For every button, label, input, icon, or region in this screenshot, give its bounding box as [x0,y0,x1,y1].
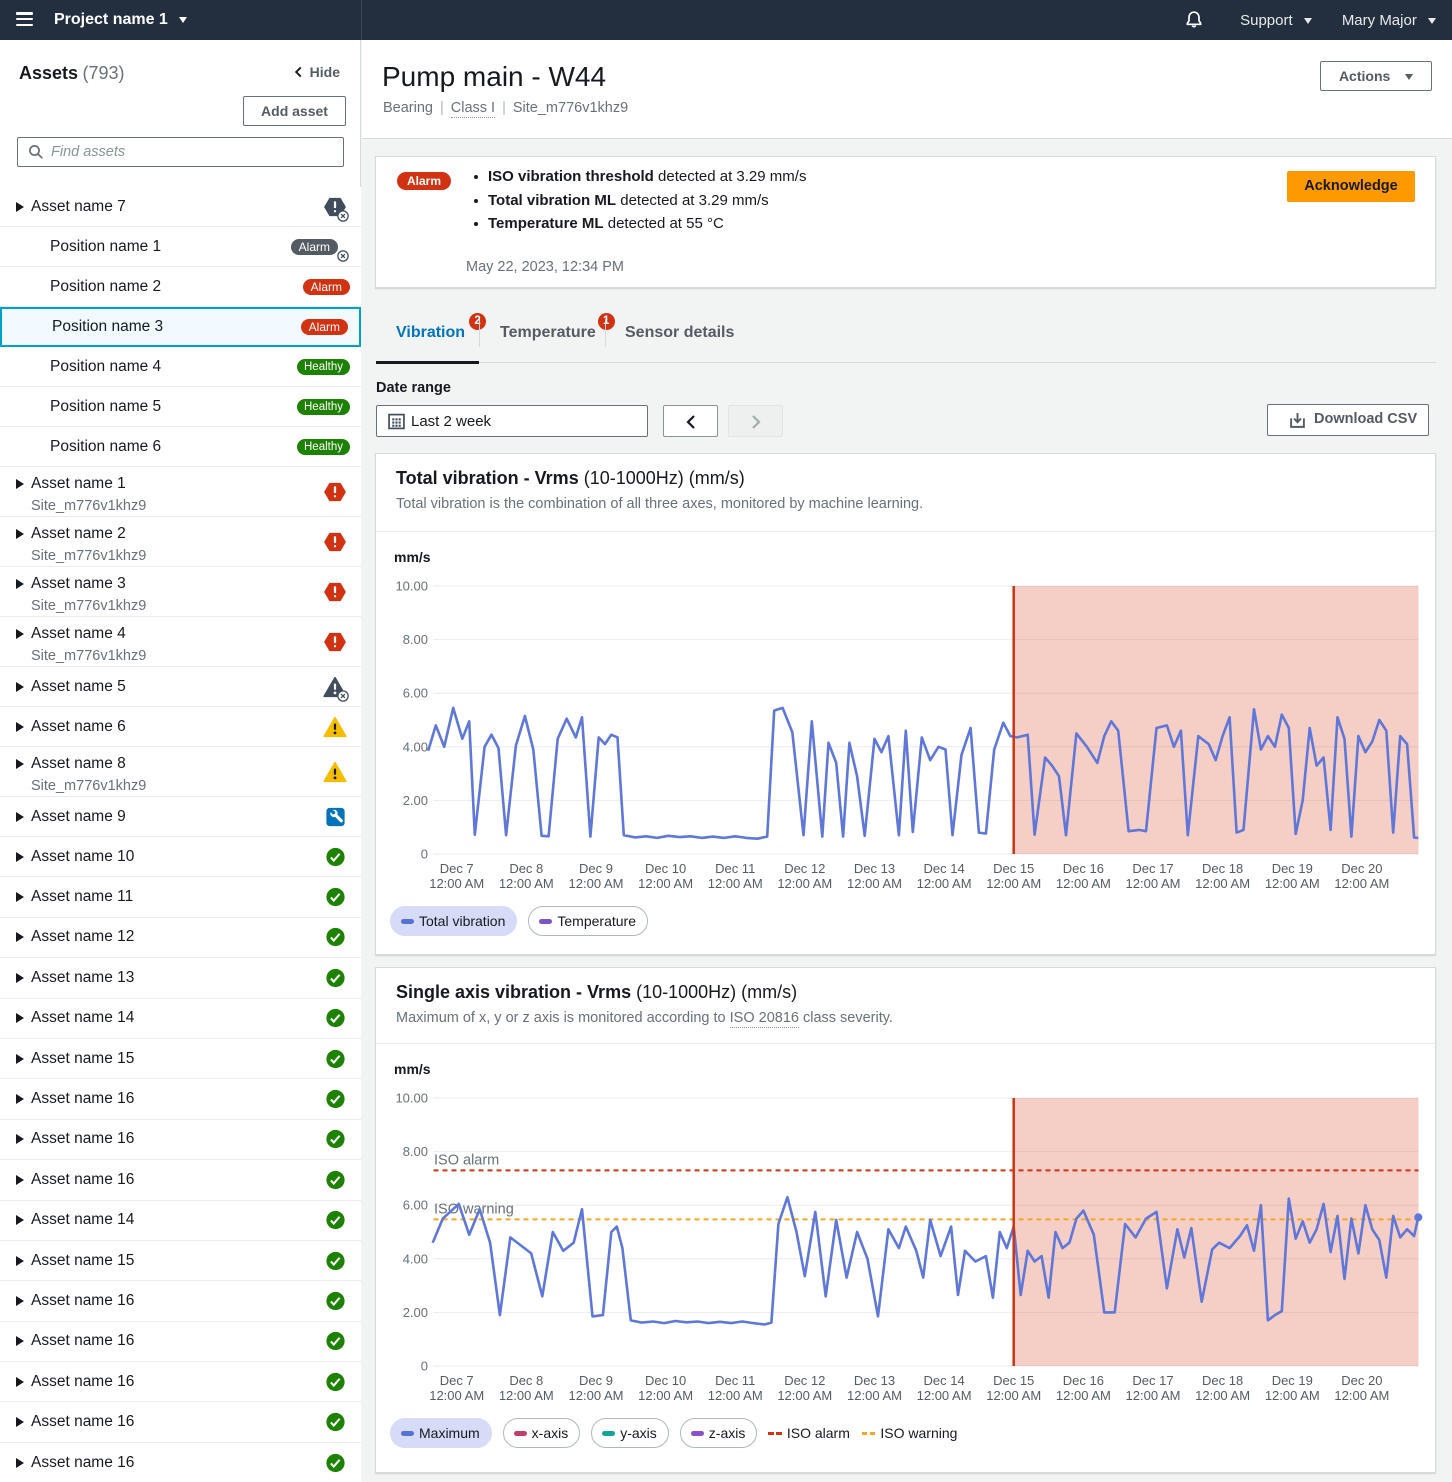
svg-text:Dec 9: Dec 9 [579,861,613,876]
svg-text:2.00: 2.00 [403,793,428,808]
svg-text:Dec 7: Dec 7 [440,861,474,876]
svg-text:12:00 AM: 12:00 AM [847,876,902,891]
svg-text:Dec 20: Dec 20 [1341,861,1382,876]
svg-text:12:00 AM: 12:00 AM [1265,1388,1320,1403]
svg-text:6.00: 6.00 [403,686,428,701]
svg-text:12:00 AM: 12:00 AM [1126,876,1181,891]
svg-text:12:00 AM: 12:00 AM [429,1388,484,1403]
svg-text:Dec 14: Dec 14 [923,861,964,876]
svg-text:12:00 AM: 12:00 AM [986,1388,1041,1403]
svg-text:Dec 9: Dec 9 [579,1373,613,1388]
svg-text:4.00: 4.00 [403,1251,428,1266]
svg-text:Dec 17: Dec 17 [1132,1373,1173,1388]
svg-text:12:00 AM: 12:00 AM [708,876,763,891]
svg-text:8.00: 8.00 [403,632,428,647]
svg-text:Dec 18: Dec 18 [1202,1373,1243,1388]
svg-text:12:00 AM: 12:00 AM [986,876,1041,891]
svg-text:12:00 AM: 12:00 AM [1056,876,1111,891]
svg-text:12:00 AM: 12:00 AM [777,876,832,891]
svg-text:Dec 11: Dec 11 [715,1373,755,1388]
svg-text:8.00: 8.00 [403,1144,428,1159]
svg-text:12:00 AM: 12:00 AM [499,1388,554,1403]
svg-text:ISO alarm: ISO alarm [434,1152,499,1168]
svg-text:12:00 AM: 12:00 AM [847,1388,902,1403]
svg-text:Dec 20: Dec 20 [1341,1373,1382,1388]
svg-text:0: 0 [421,1359,428,1374]
svg-text:12:00 AM: 12:00 AM [638,1388,693,1403]
svg-text:12:00 AM: 12:00 AM [1195,1388,1250,1403]
svg-text:Dec 15: Dec 15 [993,1373,1034,1388]
svg-text:Dec 18: Dec 18 [1202,861,1243,876]
svg-text:Dec 16: Dec 16 [1063,1373,1104,1388]
svg-text:Dec 10: Dec 10 [645,1373,686,1388]
svg-text:4.00: 4.00 [403,739,428,754]
svg-text:2.00: 2.00 [403,1305,428,1320]
svg-text:12:00 AM: 12:00 AM [1056,1388,1111,1403]
svg-text:Dec 8: Dec 8 [509,1373,543,1388]
svg-text:Dec 8: Dec 8 [509,861,543,876]
svg-text:12:00 AM: 12:00 AM [499,876,554,891]
svg-text:Dec 12: Dec 12 [784,1373,825,1388]
svg-text:12:00 AM: 12:00 AM [708,1388,763,1403]
svg-text:Dec 19: Dec 19 [1272,861,1313,876]
svg-text:Dec 16: Dec 16 [1063,861,1104,876]
svg-text:12:00 AM: 12:00 AM [917,876,972,891]
svg-text:12:00 AM: 12:00 AM [1334,1388,1389,1403]
svg-text:12:00 AM: 12:00 AM [1334,876,1389,891]
svg-text:12:00 AM: 12:00 AM [1126,1388,1181,1403]
svg-text:6.00: 6.00 [403,1198,428,1213]
svg-text:12:00 AM: 12:00 AM [1265,876,1320,891]
svg-text:10.00: 10.00 [395,1091,428,1106]
svg-text:12:00 AM: 12:00 AM [638,876,693,891]
svg-text:12:00 AM: 12:00 AM [777,1388,832,1403]
svg-text:Dec 19: Dec 19 [1272,1373,1313,1388]
svg-text:12:00 AM: 12:00 AM [429,876,484,891]
svg-text:Dec 15: Dec 15 [993,861,1034,876]
svg-text:Dec 17: Dec 17 [1132,861,1173,876]
svg-text:12:00 AM: 12:00 AM [917,1388,972,1403]
svg-text:Dec 11: Dec 11 [715,861,755,876]
svg-text:Dec 7: Dec 7 [440,1373,474,1388]
svg-text:Dec 14: Dec 14 [923,1373,964,1388]
svg-text:10.00: 10.00 [395,579,428,594]
svg-text:Dec 12: Dec 12 [784,861,825,876]
svg-text:mm/s: mm/s [394,549,431,565]
svg-text:Dec 13: Dec 13 [854,1373,895,1388]
svg-text:12:00 AM: 12:00 AM [569,1388,624,1403]
svg-text:0: 0 [421,847,428,862]
svg-text:12:00 AM: 12:00 AM [1195,876,1250,891]
svg-text:Dec 13: Dec 13 [854,861,895,876]
svg-text:Dec 10: Dec 10 [645,861,686,876]
svg-text:mm/s: mm/s [394,1061,431,1077]
svg-text:12:00 AM: 12:00 AM [569,876,624,891]
